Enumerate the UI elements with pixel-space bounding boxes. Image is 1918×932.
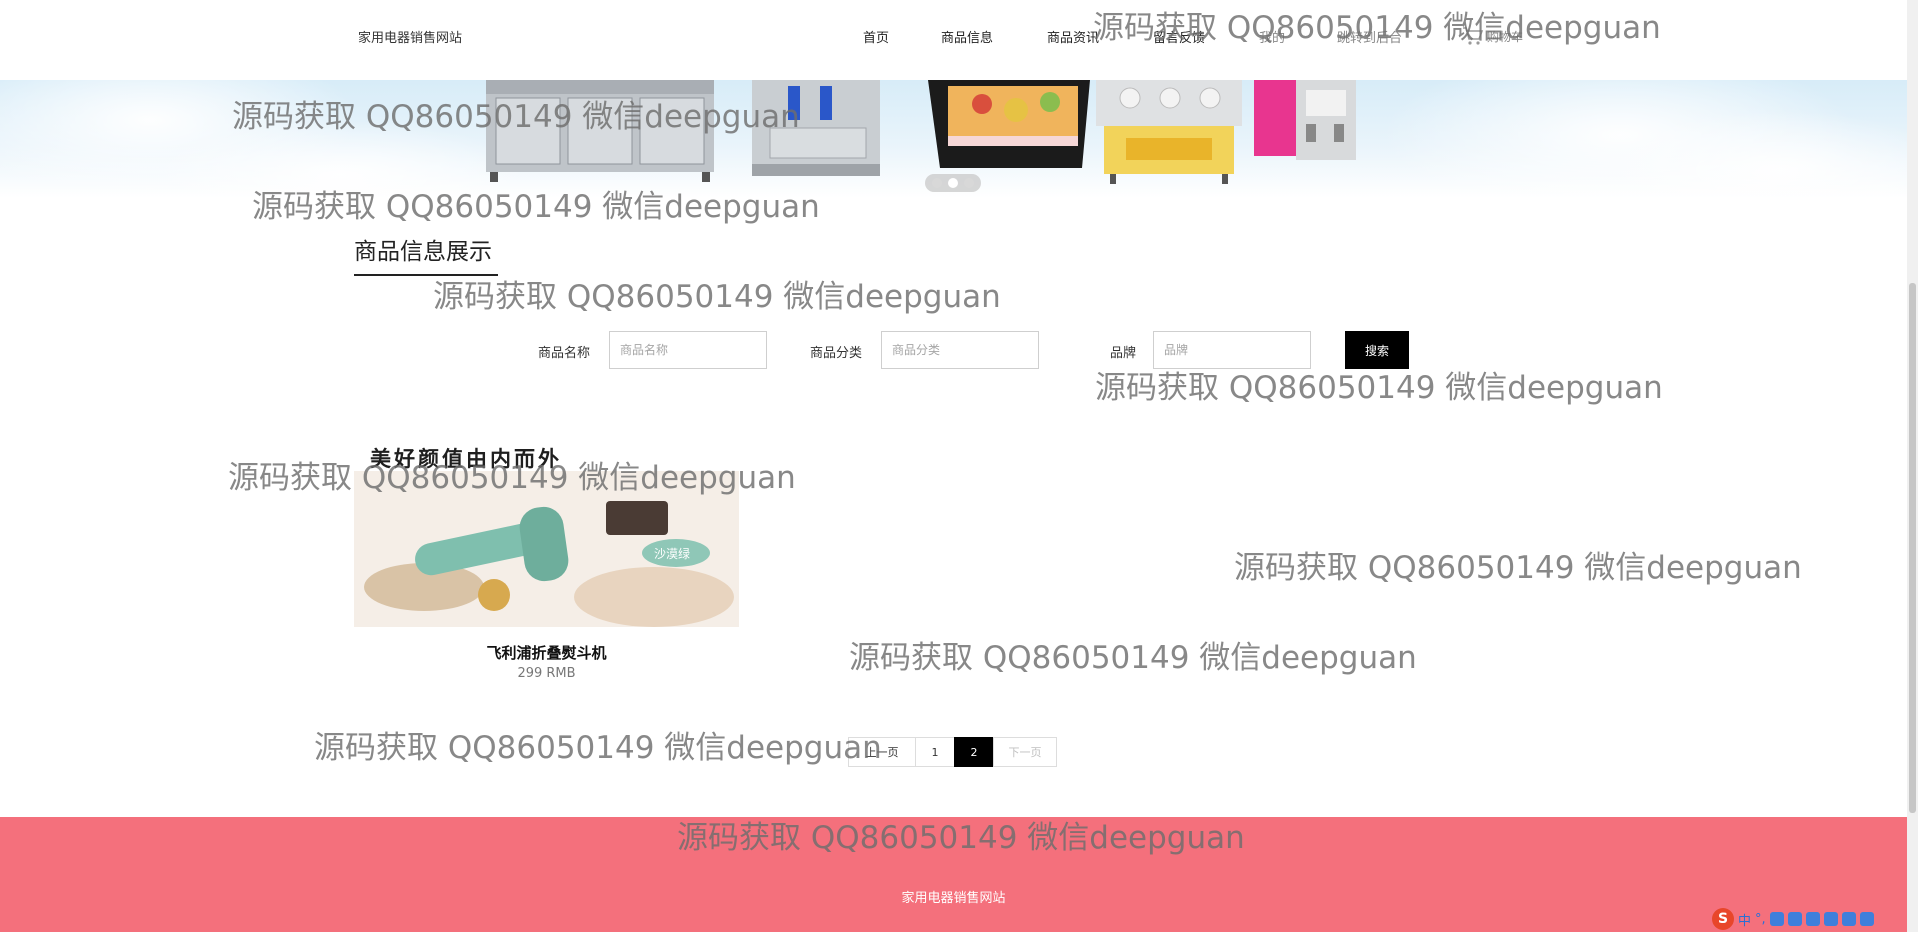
nav-mine[interactable]: 我的 — [1259, 27, 1285, 46]
nav-feedback[interactable]: 留言反馈 — [1153, 27, 1205, 46]
vertical-scrollbar[interactable] — [1907, 0, 1918, 932]
carousel-dot-3[interactable] — [964, 178, 974, 188]
pagination: 上一页 1 2 下一页 — [848, 737, 1057, 767]
product-price: 299 RMB — [517, 666, 576, 681]
emoji-icon[interactable] — [1769, 912, 1784, 926]
site-logo[interactable]: 家用电器销售网站 — [358, 27, 462, 46]
cart-icon — [1462, 26, 1484, 46]
product-image-caption: 美好颜值由内而外 — [370, 447, 562, 471]
watermark: 源码获取 QQ86050149 微信deepguan — [849, 640, 1417, 676]
microphone-icon[interactable] — [1787, 912, 1802, 926]
product-name[interactable]: 飞利浦折叠熨斗机 — [354, 642, 739, 663]
product-card[interactable]: 美好颜值由内而外 沙漠绿 飞利浦折叠熨斗机 299 RMB — [354, 437, 739, 682]
grid-menu-icon[interactable] — [1859, 912, 1874, 926]
section-title-underline — [354, 274, 498, 276]
watermark: 源码获取 QQ86050149 微信deepguan — [1234, 550, 1802, 586]
ime-punctuation-indicator[interactable]: °, — [1755, 912, 1766, 927]
nav-admin[interactable]: 跳转到后台 — [1337, 27, 1402, 46]
nav-home[interactable]: 首页 — [863, 27, 889, 46]
page-viewport: 家用电器销售网站 首页 商品信息 商品资讯 留言反馈 我的 跳转到后台 购物车 — [0, 0, 1918, 932]
scrollbar-thumb[interactable] — [1909, 283, 1916, 813]
cart-label: 购物车 — [1487, 29, 1524, 44]
prev-page-button[interactable]: 上一页 — [848, 737, 916, 767]
nav-product-news[interactable]: 商品资讯 — [1047, 27, 1099, 46]
carousel-dot-1[interactable] — [932, 178, 942, 188]
watermark: 源码获取 QQ86050149 微信deepguan — [314, 730, 882, 766]
cart-link[interactable]: 购物车 — [1462, 26, 1523, 46]
site-header: 家用电器销售网站 首页 商品信息 商品资讯 留言反馈 我的 跳转到后台 购物车 — [0, 0, 1907, 80]
skin-icon[interactable] — [1841, 912, 1856, 926]
nav-product-info[interactable]: 商品信息 — [941, 27, 993, 46]
carousel-dot-2[interactable] — [948, 178, 958, 188]
watermark: 源码获取 QQ86050149 微信deepguan — [433, 279, 1001, 315]
page-1-button[interactable]: 1 — [915, 737, 955, 767]
product-image[interactable]: 美好颜值由内而外 沙漠绿 — [354, 437, 739, 627]
search-button[interactable]: 搜索 — [1345, 331, 1409, 369]
user-icon[interactable] — [1823, 912, 1838, 926]
brand-label: 品牌 — [1110, 346, 1137, 361]
ime-toolbar[interactable]: S 中 °, — [1712, 908, 1874, 930]
section-title: 商品信息展示 — [354, 239, 492, 265]
ime-language-indicator[interactable]: 中 — [1738, 910, 1751, 929]
site-footer: 家用电器销售网站 — [0, 817, 1907, 932]
banner-appliances-image — [486, 80, 1356, 184]
footer-text: 家用电器销售网站 — [901, 891, 1006, 906]
brand-input[interactable] — [1153, 331, 1311, 369]
product-image-badge: 沙漠绿 — [654, 547, 691, 561]
keyboard-icon[interactable] — [1805, 912, 1820, 926]
product-name-label: 商品名称 — [538, 346, 591, 361]
product-category-label: 商品分类 — [810, 346, 863, 361]
next-page-button[interactable]: 下一页 — [993, 737, 1057, 767]
ime-logo-icon[interactable]: S — [1712, 908, 1734, 930]
product-category-input[interactable] — [881, 331, 1039, 369]
carousel-indicators — [925, 174, 981, 192]
page-2-button[interactable]: 2 — [954, 737, 994, 767]
product-name-input[interactable] — [609, 331, 767, 369]
